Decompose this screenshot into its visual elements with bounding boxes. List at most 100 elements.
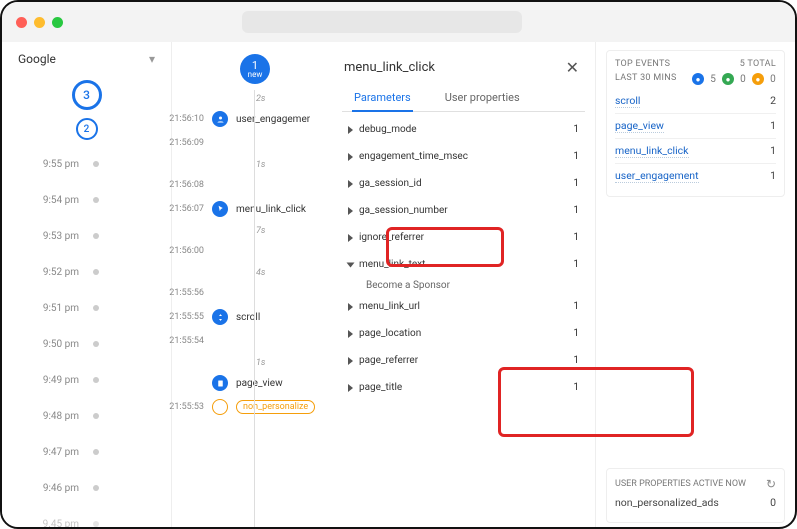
time-tick: 9:46 pm (12, 470, 161, 506)
user-property-count: 0 (770, 496, 776, 509)
stream-delta: 4s (256, 268, 265, 278)
top-event-row[interactable]: menu_link_click1 (615, 139, 776, 164)
detail-title: menu_link_click (344, 60, 435, 75)
param-row[interactable]: ga_session_number1 (344, 197, 583, 224)
account-name: Google (18, 52, 56, 66)
stream-event-name: scroll (236, 312, 260, 323)
time-tick: 9:55 pm (12, 146, 161, 182)
user-properties-label: USER PROPERTIES ACTIVE NOW (615, 479, 746, 489)
triangle-right-icon (348, 384, 353, 392)
stream-ts-row: 21:55:54 (212, 330, 342, 352)
param-row[interactable]: menu_link_url1 (344, 293, 583, 320)
param-row[interactable]: ignore_referrer1 (344, 224, 583, 251)
param-row[interactable]: engagement_time_msec1 (344, 143, 583, 170)
stream-ts-row: 21:56:08 (212, 174, 342, 196)
stream-event-menu-link-click[interactable]: 21:56:07 menu_link_click (212, 198, 342, 220)
time-ticks: 9:55 pm 9:54 pm 9:53 pm 9:52 pm 9:51 pm … (12, 146, 161, 529)
account-selector[interactable]: Google ▾ (12, 48, 161, 70)
scroll-icon (212, 309, 228, 325)
param-row-expanded[interactable]: menu_link_text1 (344, 251, 583, 278)
stream-event-name: menu_link_click (236, 204, 306, 215)
tab-user-properties[interactable]: User properties (443, 85, 522, 111)
stream-ts-row: 21:56:09 (212, 132, 342, 154)
top-events-section: TOP EVENTS 5 TOTAL LAST 30 MINS ●5 ●0 ●0… (606, 50, 785, 197)
time-tick: 9:47 pm (12, 434, 161, 470)
close-icon[interactable]: ✕ (566, 58, 579, 77)
bubble-small[interactable]: 2 (76, 118, 98, 140)
stream-event-name: page_view (236, 378, 283, 389)
user-bubbles: 3 2 (12, 80, 161, 140)
top-event-row[interactable]: user_engagement1 (615, 164, 776, 188)
left-column: Google ▾ 3 2 9:55 pm 9:54 pm 9:53 pm 9:5… (2, 42, 172, 529)
stream-ts: 21:56:10 (164, 114, 204, 124)
stream-ts-row: 21:55:56 (212, 282, 342, 304)
param-row[interactable]: page_location1 (344, 320, 583, 347)
personalization-pill: non_personalize (236, 400, 315, 414)
last-30-label: LAST 30 MINS (615, 73, 677, 85)
window-zoom-icon[interactable] (52, 17, 63, 28)
stream-line (254, 90, 255, 529)
time-tick: 9:50 pm (12, 326, 161, 362)
stream-pill-row[interactable]: 21:55:53 non_personalize (212, 396, 342, 418)
time-tick: 9:48 pm (12, 398, 161, 434)
stream-delta: 2s (256, 94, 265, 104)
stream-delta: 1s (256, 358, 265, 368)
stream-ts: 21:56:07 (164, 204, 204, 214)
stream-event-scroll[interactable]: 21:55:55 scroll (212, 306, 342, 328)
user-icon (212, 111, 228, 127)
stream-event[interactable]: 21:56:10 user_engagemer (212, 108, 342, 130)
window-close-icon[interactable] (16, 17, 27, 28)
stream-node-count: 1 (252, 60, 258, 71)
triangle-right-icon (348, 234, 353, 242)
stream-ts: 21:55:55 (164, 312, 204, 322)
triangle-right-icon (348, 153, 353, 161)
param-value: Become a Sponsor (344, 278, 583, 293)
history-icon[interactable]: ↻ (766, 477, 776, 491)
triangle-right-icon (348, 180, 353, 188)
time-tick: 9:49 pm (12, 362, 161, 398)
event-badges: ●5 ●0 ●0 (692, 73, 776, 85)
stream-node-sub: new (248, 71, 263, 79)
error-badge-icon: ● (752, 73, 764, 85)
window-minimize-icon[interactable] (34, 17, 45, 28)
top-event-row[interactable]: scroll2 (615, 89, 776, 114)
time-tick: 9:52 pm (12, 254, 161, 290)
stream-ts-row: 21:56:00 (212, 240, 342, 262)
bubble-large[interactable]: 3 (72, 80, 102, 110)
stream-ts: 21:55:53 (164, 402, 204, 412)
url-bar[interactable] (242, 11, 522, 33)
triangle-icon (212, 399, 228, 415)
conversion-badge-icon: ● (722, 73, 734, 85)
person-badge-icon: ● (692, 73, 704, 85)
stream-delta: 7s (256, 226, 265, 236)
user-property-name: non_personalized_ads (615, 496, 719, 509)
param-row[interactable]: ga_session_id1 (344, 170, 583, 197)
time-tick: 9.45 pm (12, 506, 161, 529)
main-content: Google ▾ 3 2 9:55 pm 9:54 pm 9:53 pm 9:5… (2, 42, 795, 529)
param-row[interactable]: page_referrer1 (344, 347, 583, 374)
chevron-down-icon: ▾ (149, 52, 155, 66)
event-stream: 1 new 2s 21:56:10 user_engagemer 21:56:0… (172, 54, 342, 529)
parameter-list: debug_mode1 engagement_time_msec1 ga_ses… (342, 112, 585, 405)
app-window: Google ▾ 3 2 9:55 pm 9:54 pm 9:53 pm 9:5… (0, 0, 797, 529)
param-row[interactable]: debug_mode1 (344, 116, 583, 143)
param-row[interactable]: page_title1 (344, 374, 583, 401)
triangle-down-icon (347, 262, 355, 267)
stream-event-name: user_engagemer (236, 114, 310, 125)
time-tick: 9:51 pm (12, 290, 161, 326)
page-icon (212, 375, 228, 391)
time-tick: 9:53 pm (12, 218, 161, 254)
triangle-right-icon (348, 126, 353, 134)
top-events-label: TOP EVENTS (615, 59, 670, 69)
triangle-right-icon (348, 303, 353, 311)
top-event-row[interactable]: page_view1 (615, 114, 776, 139)
stream-node[interactable]: 1 new (240, 54, 270, 84)
detail-tabs: Parameters User properties (342, 85, 585, 112)
triangle-right-icon (348, 330, 353, 338)
titlebar (2, 2, 795, 42)
event-detail-panel: menu_link_click ✕ Parameters User proper… (342, 54, 595, 529)
stream-event-page-view[interactable]: page_view (212, 372, 342, 394)
tab-parameters[interactable]: Parameters (352, 85, 413, 112)
user-property-row[interactable]: non_personalized_ads 0 (615, 491, 776, 514)
user-properties-section: USER PROPERTIES ACTIVE NOW ↻ non_persona… (606, 468, 785, 523)
